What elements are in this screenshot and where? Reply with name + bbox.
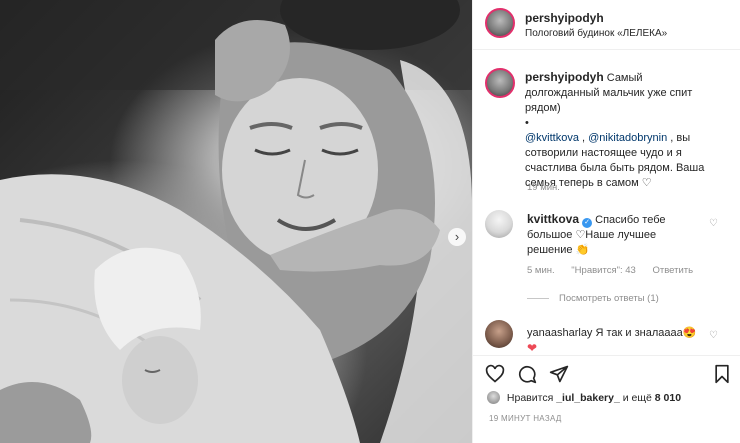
liker-username[interactable]: _iul_bakery_ xyxy=(556,392,620,404)
post-header: pershyipodyh Пологовий будинок «ЛЕЛЕКА» xyxy=(473,0,740,50)
comments-list: pershyipodyh Самый долгожданный мальчик … xyxy=(473,60,740,355)
comment-text: yanaasharlay Я так и зналаааа😍 xyxy=(527,326,697,341)
comment-body-cont: ааа xyxy=(664,327,683,339)
caption-author-avatar[interactable] xyxy=(485,68,515,98)
chevron-right-icon[interactable]: › xyxy=(448,228,466,246)
comment-meta: 5 мин. "Нравится": 43 Ответить xyxy=(527,265,707,276)
comment-username[interactable]: yanaasharlay xyxy=(527,327,592,339)
commenter-avatar[interactable] xyxy=(485,210,513,238)
post-location[interactable]: Пологовий будинок «ЛЕЛЕКА» xyxy=(525,28,667,39)
likes-count[interactable]: 8 010 xyxy=(655,392,681,404)
caption-emoji: ♡ xyxy=(641,177,652,189)
comment-icon[interactable] xyxy=(517,364,537,389)
bookmark-icon[interactable] xyxy=(713,364,731,389)
author-username[interactable]: pershyipodyh xyxy=(525,11,604,25)
caption-username[interactable]: pershyipodyh xyxy=(525,70,604,84)
comment-like-count[interactable]: "Нравится": 43 xyxy=(571,265,636,276)
red-heart-emoji: ❤ xyxy=(527,341,538,355)
view-replies-button[interactable]: Посмотреть ответы (1) xyxy=(527,293,659,304)
mention-kvittkova[interactable]: @kvittkova xyxy=(525,132,579,144)
send-icon[interactable] xyxy=(549,364,569,389)
commenter-avatar[interactable] xyxy=(485,320,513,348)
photo-illustration xyxy=(0,0,472,443)
post-photo[interactable]: › xyxy=(0,0,472,443)
author-avatar[interactable] xyxy=(485,8,515,38)
comment-body: Я так и знала xyxy=(595,327,665,339)
likes-suffix: и ещё xyxy=(622,392,652,404)
heart-eyes-emoji: 😍 xyxy=(682,327,697,339)
clap-emoji: 👏 xyxy=(575,244,590,256)
verified-badge-icon: ✓ xyxy=(582,218,593,228)
post-side-panel: pershyipodyh Пологовий будинок «ЛЕЛЕКА» … xyxy=(472,0,740,443)
caption-text: pershyipodyh Самый долгожданный мальчик … xyxy=(525,70,715,191)
comment-time[interactable]: 5 мин. xyxy=(527,265,555,276)
action-bar xyxy=(473,355,740,389)
comment-like-icon[interactable]: ♡ xyxy=(709,218,718,229)
heart-icon[interactable] xyxy=(485,364,505,389)
liker-avatar xyxy=(487,391,500,404)
mention-nikitadobrynin[interactable]: @nikitadobrynin xyxy=(588,132,667,144)
post-timestamp[interactable]: 19 МИНУТ НАЗАД xyxy=(489,414,562,423)
reply-button[interactable]: Ответить xyxy=(652,265,693,276)
comment-like-icon[interactable]: ♡ xyxy=(709,330,718,341)
likes-prefix: Нравится xyxy=(506,392,554,404)
caption-bullet: • xyxy=(525,117,529,129)
comment-username[interactable]: kvittkova xyxy=(527,212,579,226)
likes-summary[interactable]: Нравится _iul_bakery_ и ещё 8 010 xyxy=(487,391,681,404)
caption-separator: , xyxy=(578,132,589,144)
caption-time[interactable]: 19 мин. xyxy=(527,182,560,193)
comment-text: kvittkova ✓ Спасибо тебе большое ♡Наше л… xyxy=(527,212,687,258)
